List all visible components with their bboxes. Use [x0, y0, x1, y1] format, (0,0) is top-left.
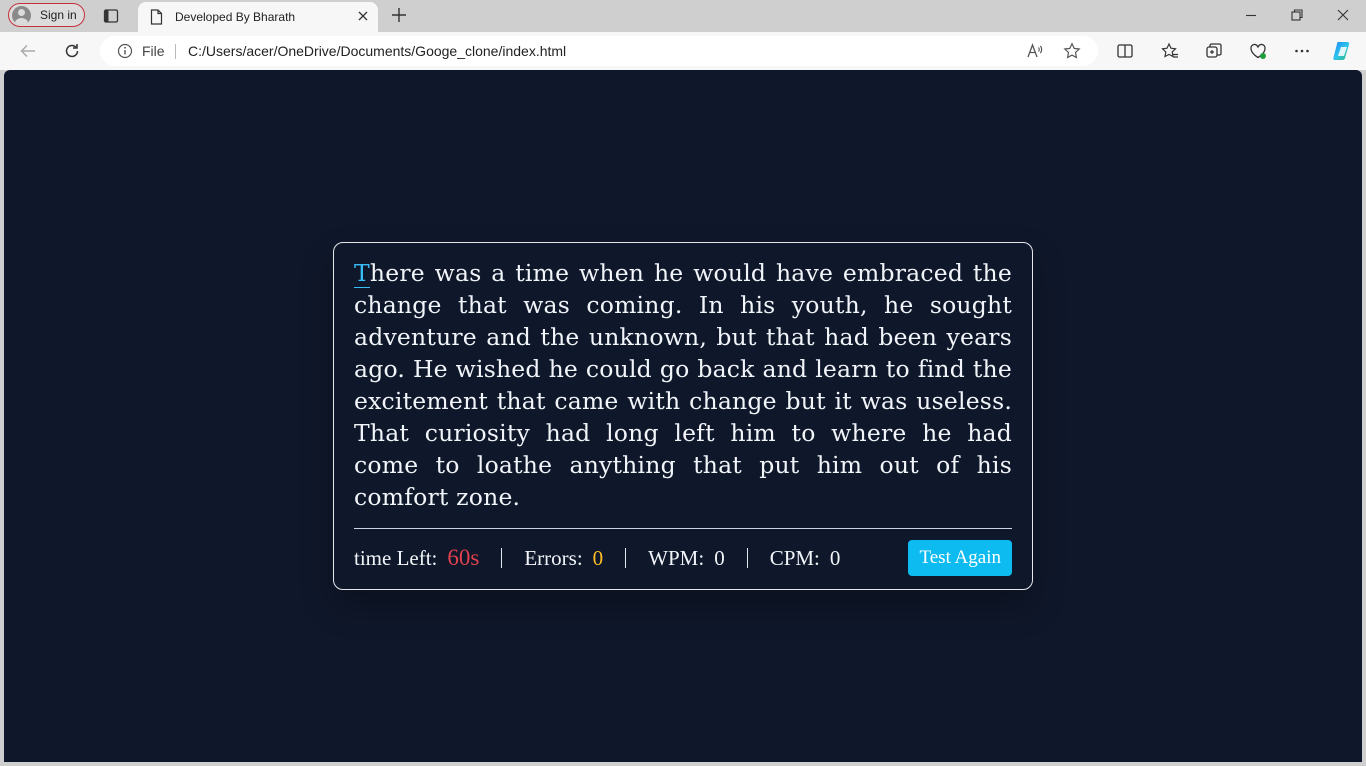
- errors-stat: Errors: 0: [524, 546, 603, 571]
- sign-in-label: Sign in: [40, 8, 77, 22]
- url-text[interactable]: C:/Users/acer/OneDrive/Documents/Googe_c…: [188, 43, 566, 59]
- paragraph-text: here was a time when he would have embra…: [354, 259, 1012, 511]
- tab-title: Developed By Bharath: [175, 10, 296, 24]
- more-options-icon[interactable]: [1293, 42, 1311, 65]
- stat-separator: [501, 548, 503, 568]
- tab-actions-icon[interactable]: [101, 6, 121, 26]
- cpm-value: 0: [829, 545, 841, 570]
- typing-test-card: There was a time when he would have embr…: [333, 242, 1033, 590]
- favorites-icon[interactable]: [1161, 42, 1179, 65]
- wpm-value: 0: [714, 545, 725, 570]
- stat-separator: [625, 548, 627, 568]
- copilot-icon[interactable]: [1331, 39, 1355, 68]
- back-icon[interactable]: [18, 41, 38, 66]
- restore-icon[interactable]: [1290, 8, 1304, 27]
- wpm-stat: WPM: 0: [648, 546, 725, 571]
- info-icon[interactable]: [117, 43, 133, 64]
- active-character: T: [354, 259, 370, 288]
- collections-icon[interactable]: [1205, 42, 1223, 65]
- file-label: File: [142, 43, 165, 59]
- close-tab-icon[interactable]: [356, 9, 370, 28]
- new-tab-icon[interactable]: [390, 6, 408, 29]
- time-left-value: 60s: [447, 545, 480, 570]
- address-bar[interactable]: File C:/Users/acer/OneDrive/Documents/Go…: [100, 36, 1098, 66]
- sign-in-button[interactable]: Sign in: [8, 3, 85, 27]
- favorite-star-icon[interactable]: [1063, 42, 1081, 65]
- browser-essentials-icon[interactable]: [1249, 42, 1267, 65]
- errors-label: Errors:: [524, 545, 583, 570]
- minimize-icon[interactable]: [1244, 8, 1258, 27]
- test-again-button[interactable]: Test Again: [908, 540, 1012, 576]
- read-aloud-icon[interactable]: [1025, 42, 1043, 63]
- time-left-stat: time Left: 60s: [354, 545, 479, 571]
- tab-strip: Sign in Developed By Bharath: [0, 0, 1366, 32]
- cpm-stat: CPM: 0: [770, 546, 841, 571]
- page-icon: [150, 9, 163, 30]
- close-window-icon[interactable]: [1336, 8, 1350, 27]
- browser-tab[interactable]: Developed By Bharath: [138, 2, 378, 32]
- cpm-label: CPM:: [769, 545, 820, 570]
- wpm-label: WPM:: [648, 545, 705, 570]
- url-separator: [175, 44, 176, 59]
- refresh-icon[interactable]: [62, 41, 82, 66]
- profile-icon: [12, 5, 31, 25]
- navigation-bar: File C:/Users/acer/OneDrive/Documents/Go…: [0, 32, 1366, 70]
- errors-value: 0: [592, 545, 604, 570]
- stat-separator: [746, 548, 748, 568]
- stats-bar: time Left: 60s Errors: 0 WPM: 0 CPM: 0 T…: [354, 529, 1012, 587]
- split-screen-icon[interactable]: [1116, 42, 1134, 65]
- page-viewport: There was a time when he would have embr…: [4, 70, 1362, 762]
- typing-paragraph[interactable]: There was a time when he would have embr…: [354, 257, 1012, 513]
- time-left-label: time Left:: [354, 545, 438, 570]
